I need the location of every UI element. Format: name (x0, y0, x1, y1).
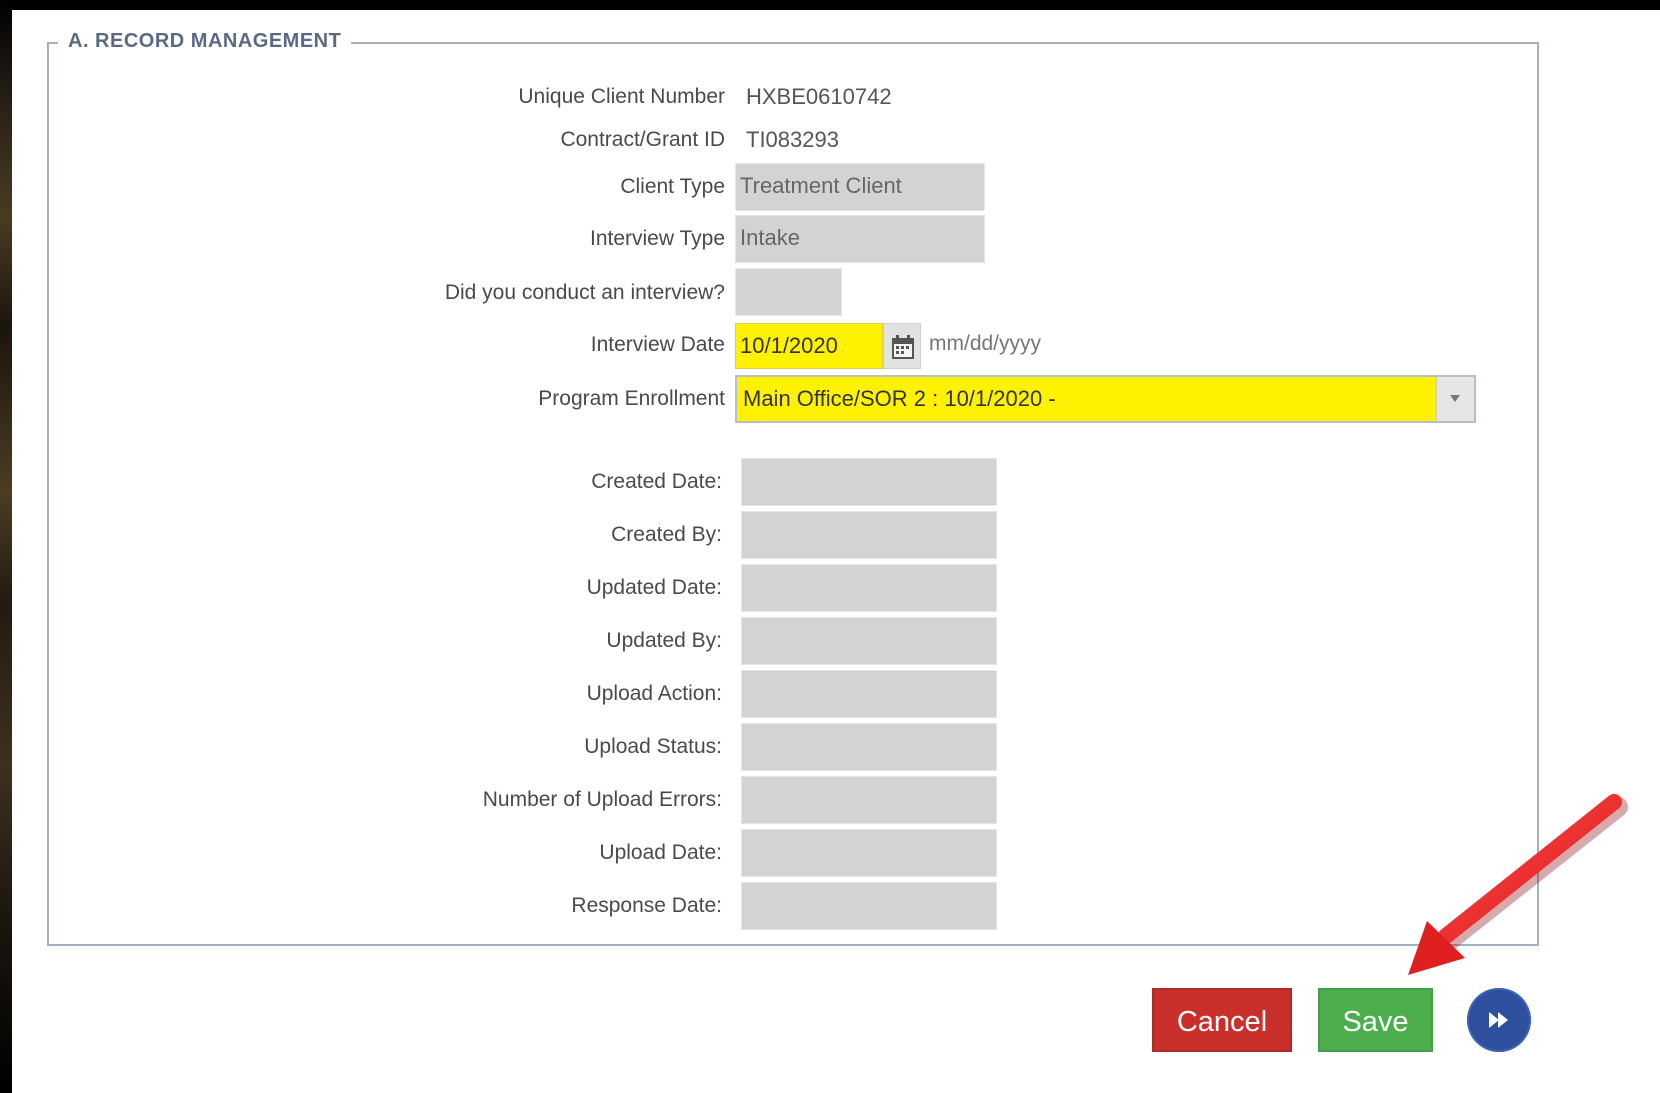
interview-date-label: Interview Date (590, 333, 725, 356)
conducted-interview-field[interactable] (735, 268, 842, 316)
upload-action-field (741, 670, 997, 718)
conducted-interview-label: Did you conduct an interview? (444, 281, 725, 304)
upload-status-label: Upload Status: (584, 735, 722, 758)
updated-by-label: Updated By: (606, 629, 722, 652)
contract-grant-id-value: TI083293 (746, 127, 839, 152)
response-date-field (741, 882, 997, 930)
upload-date-label: Upload Date: (599, 841, 722, 864)
client-type-field: Treatment Client (735, 163, 985, 211)
date-format-hint: mm/dd/yyyy (929, 332, 1042, 355)
created-by-label: Created By: (611, 523, 722, 546)
cancel-button[interactable]: Cancel (1152, 988, 1292, 1052)
section-legend: A. RECORD MANAGEMENT (58, 28, 352, 54)
updated-date-label: Updated Date: (586, 576, 722, 599)
updated-by-field (741, 617, 997, 665)
contract-grant-id-label: Contract/Grant ID (560, 128, 725, 151)
program-enrollment-label: Program Enrollment (538, 387, 725, 410)
fast-forward-icon (1489, 1012, 1508, 1028)
window-left-edge (0, 0, 12, 1093)
unique-client-number-value: HXBE0610742 (746, 84, 892, 109)
upload-errors-label: Number of Upload Errors: (482, 788, 722, 811)
upload-date-field (741, 829, 997, 877)
interview-type-field: Intake (735, 215, 985, 263)
upload-errors-field (741, 776, 997, 824)
created-date-field (741, 458, 997, 506)
created-by-field (741, 511, 997, 559)
program-enrollment-select[interactable]: Main Office/SOR 2 : 10/1/2020 - (735, 375, 1476, 423)
chevron-down-icon (1450, 395, 1460, 402)
save-button[interactable]: Save (1318, 988, 1433, 1052)
created-date-label: Created Date: (591, 470, 722, 493)
response-date-label: Response Date: (571, 894, 722, 917)
program-enrollment-value: Main Office/SOR 2 : 10/1/2020 - (743, 386, 1056, 411)
calendar-icon (892, 335, 914, 359)
calendar-button[interactable] (883, 323, 921, 369)
unique-client-number-label: Unique Client Number (518, 85, 725, 108)
updated-date-field (741, 564, 997, 612)
next-section-button[interactable] (1467, 988, 1531, 1052)
interview-type-label: Interview Type (589, 227, 725, 250)
select-dropdown-button[interactable] (1436, 377, 1474, 421)
client-type-label: Client Type (620, 175, 725, 198)
interview-date-input[interactable]: 10/1/2020 (735, 323, 883, 369)
window-top-edge (0, 0, 1660, 10)
upload-status-field (741, 723, 997, 771)
upload-action-label: Upload Action: (586, 682, 722, 705)
